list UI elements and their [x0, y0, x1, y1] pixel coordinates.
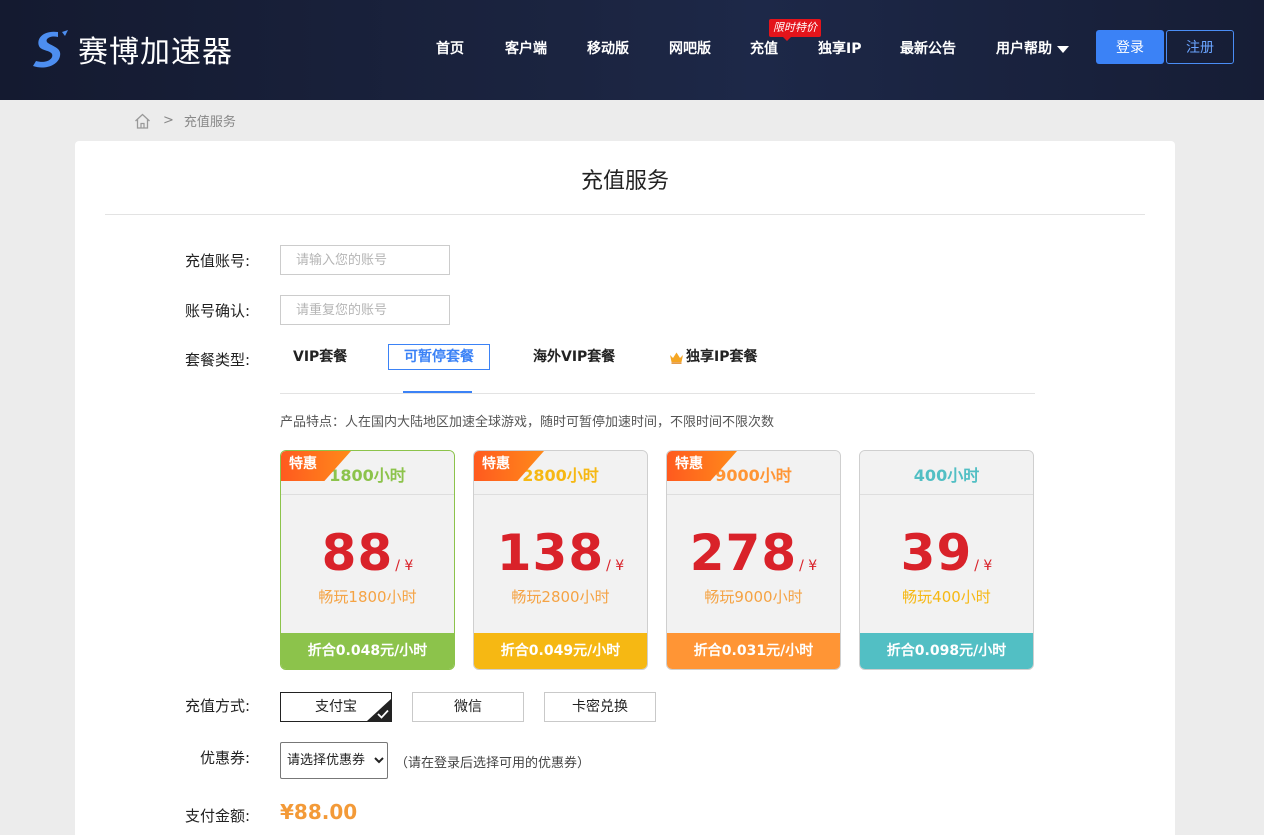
- plan-body: 278/ ¥ 畅玩9000小时: [667, 496, 840, 634]
- package-type-label: 套餐类型:: [184, 351, 250, 369]
- plan-body: 39/ ¥ 畅玩400小时: [860, 496, 1033, 634]
- plan-card[interactable]: 2800小时 特惠 138/ ¥ 畅玩2800小时 折合0.049元/小时: [473, 450, 648, 670]
- plan-desc: 畅玩1800小时: [318, 588, 417, 606]
- page-title: 充值服务: [580, 169, 669, 194]
- package-tabs: VIP套餐 可暂停套餐 海外VIP套餐 独享IP套餐: [280, 344, 1035, 394]
- plan-body: 138/ ¥ 畅玩2800小时: [474, 496, 647, 634]
- tab-vip[interactable]: VIP套餐: [293, 344, 347, 370]
- tab-dedicated-ip-label: 独享IP套餐: [686, 349, 758, 365]
- confirm-label: 账号确认:: [184, 302, 250, 320]
- register-button[interactable]: 注册: [1166, 30, 1234, 64]
- plan-rate: 折合0.049元/小时: [474, 633, 647, 669]
- plan-desc: 畅玩9000小时: [704, 588, 803, 606]
- plan-desc: 畅玩400小时: [902, 588, 991, 606]
- plan-rate: 折合0.098元/小时: [860, 633, 1033, 669]
- plan-desc: 畅玩2800小时: [511, 588, 610, 606]
- feature-text: 产品特点：人在国内大陆地区加速全球游戏，随时可暂停加速时间，不限时间不限次数: [280, 415, 775, 430]
- plan-card[interactable]: 400小时 39/ ¥ 畅玩400小时 折合0.098元/小时: [859, 450, 1034, 670]
- plan-price: 88/ ¥: [281, 524, 454, 582]
- plan-rate: 折合0.031元/小时: [667, 633, 840, 669]
- selected-check-corner: [367, 699, 391, 721]
- account-label: 充值账号:: [184, 252, 250, 270]
- coupon-label: 优惠券:: [199, 749, 250, 767]
- coupon-select[interactable]: 请选择优惠券: [280, 742, 388, 779]
- pay-alipay-button[interactable]: 支付宝: [280, 692, 392, 722]
- plan-price: 278/ ¥: [667, 524, 840, 582]
- main-nav: 首页 客户端 移动版 网吧版 限时特价 充值 独享IP 最新公告 用户帮助: [0, 0, 1264, 100]
- plan-body: 88/ ¥ 畅玩1800小时: [281, 496, 454, 634]
- breadcrumb-separator: >: [163, 113, 174, 128]
- tab-pausable[interactable]: 可暂停套餐: [388, 344, 490, 370]
- plan-price: 39/ ¥: [860, 524, 1033, 582]
- payment-label: 充值方式:: [184, 697, 250, 715]
- title-divider: [105, 214, 1145, 215]
- breadcrumb-current: 充值服务: [183, 115, 236, 130]
- pay-wechat-button[interactable]: 微信: [412, 692, 524, 722]
- site-header: 赛博加速器 首页 客户端 移动版 网吧版 限时特价 充值 独享IP 最新公告 用…: [0, 0, 1264, 100]
- nav-recharge[interactable]: 充值: [750, 38, 778, 58]
- nav-home[interactable]: 首页: [436, 38, 464, 58]
- plan-price-value: 278: [689, 524, 798, 582]
- plan-hours: 400小时: [860, 451, 1033, 495]
- pay-card-redeem-button[interactable]: 卡密兑换: [544, 692, 656, 722]
- nav-announcements[interactable]: 最新公告: [900, 38, 956, 58]
- nav-netcafe[interactable]: 网吧版: [669, 38, 711, 58]
- plan-price: 138/ ¥: [474, 524, 647, 582]
- breadcrumb: > 充值服务: [134, 111, 236, 130]
- pay-alipay-label: 支付宝: [315, 699, 357, 715]
- amount-value: ¥88.00: [280, 800, 358, 824]
- login-button[interactable]: 登录: [1096, 30, 1164, 64]
- nav-help-label: 用户帮助: [996, 41, 1052, 57]
- plan-price-unit: / ¥: [974, 558, 993, 574]
- active-tab-underline: [403, 391, 472, 393]
- chevron-down-icon: [1057, 45, 1069, 53]
- plan-price-value: 39: [900, 524, 973, 582]
- amount-label: 支付金额:: [184, 807, 250, 825]
- plan-card[interactable]: 1800小时 特惠 88/ ¥ 畅玩1800小时 折合0.048元/小时: [280, 450, 455, 670]
- tab-overseas-vip[interactable]: 海外VIP套餐: [533, 344, 615, 370]
- coupon-hint: （请在登录后选择可用的优惠券）: [395, 756, 591, 771]
- recharge-card: 充值服务 充值账号: 账号确认: 套餐类型: VIP套餐 可暂停套餐 海外VIP…: [75, 141, 1175, 835]
- account-input[interactable]: [280, 245, 450, 275]
- plan-card[interactable]: 9000小时 特惠 278/ ¥ 畅玩9000小时 折合0.031元/小时: [666, 450, 841, 670]
- nav-help[interactable]: 用户帮助: [996, 38, 1069, 58]
- check-icon: [377, 709, 389, 719]
- nav-sale-badge: 限时特价: [769, 19, 821, 41]
- plan-rate: 折合0.048元/小时: [281, 633, 454, 669]
- plan-price-unit: / ¥: [395, 558, 414, 574]
- plan-price-unit: / ¥: [606, 558, 625, 574]
- plan-price-value: 138: [496, 524, 605, 582]
- crown-icon: [670, 352, 683, 364]
- plan-price-value: 88: [321, 524, 394, 582]
- nav-mobile[interactable]: 移动版: [587, 38, 629, 58]
- nav-dedicated-ip[interactable]: 独享IP: [818, 38, 861, 58]
- tab-dedicated-ip[interactable]: 独享IP套餐: [669, 344, 757, 370]
- confirm-account-input[interactable]: [280, 295, 450, 325]
- nav-client[interactable]: 客户端: [505, 38, 547, 58]
- home-icon[interactable]: [134, 113, 151, 129]
- plan-price-unit: / ¥: [799, 558, 818, 574]
